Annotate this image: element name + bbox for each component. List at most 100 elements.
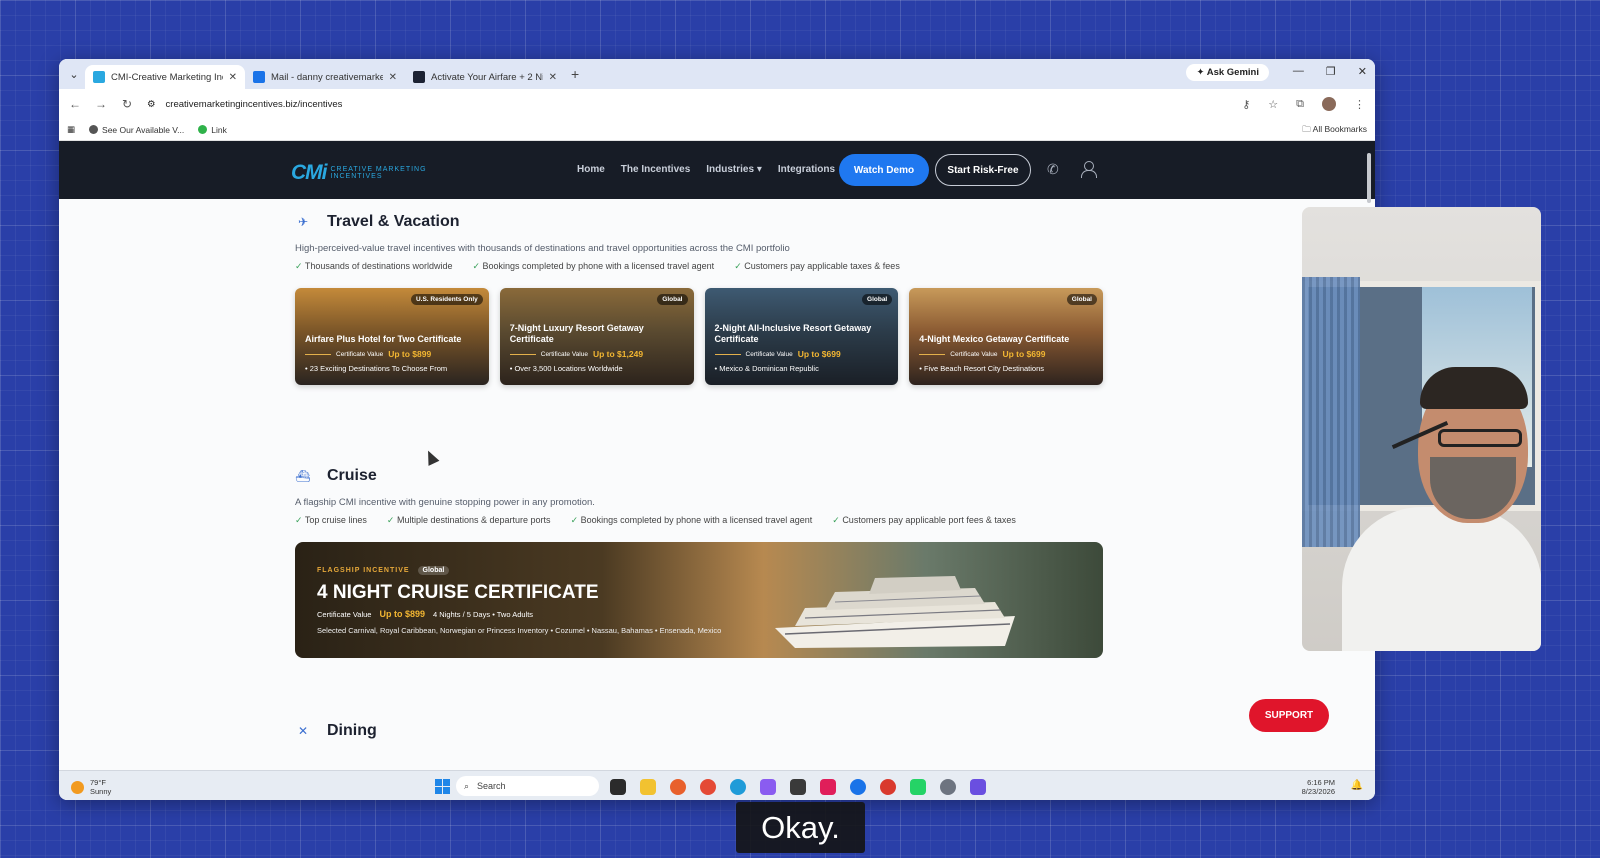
mouse-cursor-icon [422,448,440,466]
new-tab-icon[interactable]: + [571,66,579,82]
search-icon: ⌕ [464,780,470,791]
incentive-card[interactable]: U.S. Residents Only Airfare Plus Hotel f… [295,288,489,385]
profile-avatar[interactable] [1322,97,1336,111]
taskbar-apps [610,779,986,795]
all-bookmarks[interactable]: 🗀 All Bookmarks [1302,124,1367,138]
toolbar-icons: ⚷ ☆ ⧉ ⋮ [1242,97,1365,111]
browser-window: ⌄ CMI-Creative Marketing Incent ✕ Mail -… [59,59,1375,800]
card-title: 4-Night Mexico Getaway Certificate [919,334,1070,344]
forward-icon[interactable]: → [95,97,107,111]
user-account-icon[interactable] [1081,161,1097,178]
ask-gemini-button[interactable]: ✦ Ask Gemini [1186,64,1269,81]
bookmark-star-icon[interactable]: ☆ [1268,98,1278,111]
restore-icon[interactable]: ❐ [1326,65,1336,78]
notification-bell-icon[interactable]: 🔔 [1351,780,1363,791]
webcam-overlay [1302,207,1541,651]
bookmark-item[interactable]: Link [198,125,227,135]
extensions-icon[interactable]: ⧉ [1296,98,1304,111]
tab-airfare[interactable]: Activate Your Airfare + 2 Night ✕ [405,65,565,89]
password-key-icon[interactable]: ⚷ [1242,98,1250,111]
start-risk-free-button[interactable]: Start Risk-Free [935,154,1031,186]
cruise-certificate-banner[interactable]: FLAGSHIP INCENTIVE Global 4 NIGHT CRUISE … [295,542,1103,658]
chrome-profile-icon[interactable] [880,779,896,795]
site-info-icon[interactable]: ⚙ [147,99,156,110]
copilot-icon[interactable] [760,779,776,795]
settings-gear-icon[interactable] [940,779,956,795]
feature-item: Thousands of destinations worldwide [295,261,453,272]
incentive-card[interactable]: Global 4-Night Mexico Getaway Certificat… [909,288,1103,385]
weather-condition: Sunny [90,787,112,796]
bookmark-item[interactable]: See Our Available V... [89,125,184,135]
clock-time: 6:16 PM [1307,778,1335,787]
back-icon[interactable]: ← [69,97,81,111]
taskbar-search[interactable]: ⌕ Search [456,776,599,796]
value-amount: Up to $699 [1002,349,1046,359]
logo-mark: CMi [291,161,327,184]
value-label: Certificate Value [950,350,998,358]
minimize-icon[interactable]: — [1293,65,1304,78]
nav-home[interactable]: Home [577,164,605,175]
cmi-logo[interactable]: CMi CREATIVE MARKETING INCENTIVES [291,161,427,185]
window-controls: — ❐ ✕ [1293,65,1367,78]
tab-mail[interactable]: Mail - danny creativemarketing ✕ [245,65,405,89]
system-clock[interactable]: 6:16 PM 8/23/2026 [1302,778,1335,796]
card-subtitle: Five Beach Resort City Destinations [919,364,1044,373]
bookmark-favicon-icon [89,125,99,134]
website-viewport: CMi CREATIVE MARKETING INCENTIVES Home T… [59,141,1375,770]
nav-integrations[interactable]: Integrations [778,164,835,175]
weather-widget[interactable]: 79°F Sunny [71,778,111,796]
apps-grid-icon[interactable]: ▦ [67,124,75,135]
card-badge: U.S. Residents Only [410,294,483,305]
firefox-icon[interactable] [670,779,686,795]
close-tab-icon[interactable]: ✕ [389,72,397,83]
banner-value: Certificate Value Up to $899 4 Nights / 5 … [317,609,533,619]
card-badge: Global [1066,294,1097,305]
plane-icon: ✈ [297,215,309,229]
scrollbar-thumb[interactable] [1367,153,1371,203]
sun-icon [71,780,84,794]
travel-cards: U.S. Residents Only Airfare Plus Hotel f… [295,288,1103,385]
close-tab-icon[interactable]: ✕ [229,72,237,83]
presenter-glasses [1438,429,1522,447]
feature-item: Customers pay applicable taxes & fees [734,261,900,272]
file-explorer-icon[interactable] [640,779,656,795]
app-icon[interactable] [790,779,806,795]
slack-icon[interactable] [820,779,836,795]
feature-item: Customers pay applicable port fees & tax… [832,515,1016,526]
incentive-card[interactable]: Global 7-Night Luxury Resort Getaway Cer… [499,288,694,385]
banner-badge: Global [417,566,450,575]
logo-line-2: INCENTIVES [330,173,383,180]
card-title: Airfare Plus Hotel for Two Certificate [305,334,462,344]
close-tab-icon[interactable]: ✕ [549,72,557,83]
incentive-card[interactable]: Global 2-Night All-Inclusive Resort Geta… [704,288,899,385]
support-button[interactable]: SUPPORT [1249,699,1329,732]
close-window-icon[interactable]: ✕ [1358,65,1367,78]
travel-section: ✈ Travel & Vacation High-perceived-value… [295,213,1103,385]
watch-demo-button[interactable]: Watch Demo [839,154,929,186]
flag-text: FLAGSHIP INCENTIVE [317,567,410,574]
whatsapp-icon[interactable] [910,779,926,795]
banner-details: 4 Nights / 5 Days • Two Adults [433,609,534,619]
reload-icon[interactable]: ↻ [121,97,133,111]
address-bar[interactable]: ⚙ creativemarketingincentives.biz/incent… [147,99,1228,110]
presenter-shirt [1342,507,1541,651]
card-title: 2-Night All-Inclusive Resort Getaway Cer… [714,323,872,344]
task-view-icon[interactable] [610,779,626,795]
edge-icon[interactable] [730,779,746,795]
section-title: Travel & Vacation [327,213,460,230]
chrome-icon[interactable] [700,779,716,795]
banner-title: 4 NIGHT CRUISE CERTIFICATE [317,582,599,603]
nav-incentives[interactable]: The Incentives [621,164,690,175]
app-c-icon[interactable] [850,779,866,795]
more-menu-icon[interactable]: ⋮ [1354,98,1365,111]
tab-search-chevron-icon[interactable]: ⌄ [63,63,85,85]
bookmarks-bar: ▦ See Our Available V... Link 🗀 All Book… [59,119,1375,141]
tab-cmi[interactable]: CMI-Creative Marketing Incent ✕ [85,65,245,89]
app-grid-icon[interactable] [970,779,986,795]
utensils-icon: ✕ [297,724,309,738]
nav-industries[interactable]: Industries ▾ [706,164,762,175]
banner-subtitle: Selected Carnival, Royal Caribbean, Norw… [317,626,722,635]
card-subtitle: Over 3,500 Locations Worldwide [510,364,622,373]
phone-icon[interactable]: ✆ [1047,161,1059,178]
start-button-icon[interactable] [435,779,450,794]
